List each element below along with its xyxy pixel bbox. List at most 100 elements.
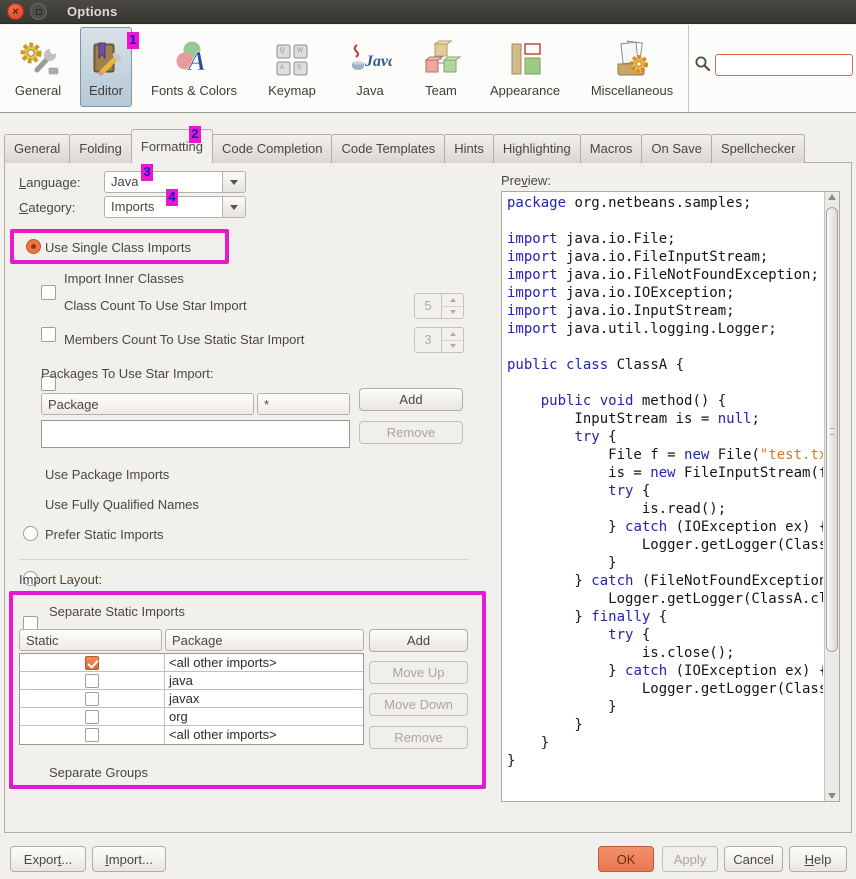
class-count-label: Class Count To Use Star Import — [64, 298, 247, 313]
layout-table-header-package[interactable]: Package — [165, 629, 364, 651]
row-package-cell[interactable]: org — [165, 708, 363, 725]
move-down-button[interactable]: Move Down — [369, 693, 468, 716]
tab-spellchecker[interactable]: Spellchecker — [711, 134, 805, 163]
row-static-checkbox[interactable] — [85, 728, 99, 742]
ok-button[interactable]: OK — [598, 846, 654, 872]
row-package-cell[interactable]: java — [165, 672, 363, 689]
options-dialog: × Options GeneralEditor1AFonts & ColorsQ… — [0, 0, 856, 879]
cancel-button[interactable]: Cancel — [724, 846, 783, 872]
preview-label: Preview: — [501, 173, 551, 188]
language-value: Java — [105, 172, 222, 192]
tab-formatting[interactable]: Formatting2 — [131, 129, 213, 163]
row-static-checkbox[interactable] — [85, 710, 99, 724]
toolbar-item-label: Editor — [89, 83, 123, 98]
tab-folding[interactable]: Folding — [69, 134, 132, 163]
toolbar-item-label: Team — [425, 83, 457, 98]
scroll-down-icon[interactable] — [828, 793, 836, 799]
tab-highlighting[interactable]: Highlighting — [493, 134, 581, 163]
star-table-header-package[interactable]: Package — [41, 393, 254, 415]
tab-macros[interactable]: Macros — [580, 134, 643, 163]
row-package-cell[interactable]: <all other imports> — [165, 654, 363, 671]
toolbar-item-team[interactable]: Team — [412, 27, 470, 107]
chevron-down-icon[interactable] — [222, 172, 245, 192]
class-count-spinner[interactable]: 5 — [414, 293, 464, 319]
export-button[interactable]: Export... — [10, 846, 86, 872]
toolbar-item-keymap[interactable]: QWASKeymap — [256, 27, 328, 107]
restore-window-button[interactable] — [30, 3, 47, 20]
row-static-checkbox[interactable] — [85, 656, 99, 670]
toolbar-item-appearance[interactable]: Appearance — [480, 27, 570, 107]
toolbar-item-label: Keymap — [268, 83, 316, 98]
appearance-layout-icon — [503, 37, 547, 81]
formatting-panel: Language: Java 3 Category: Imports 4 Use… — [4, 162, 852, 833]
use-package-imports-label: Use Package Imports — [45, 467, 169, 482]
import-inner-classes-label: Import Inner Classes — [64, 271, 184, 286]
vertical-scrollbar[interactable] — [824, 192, 839, 801]
star-table-body[interactable] — [41, 420, 350, 448]
tab-on-save[interactable]: On Save — [641, 134, 712, 163]
help-button[interactable]: Help — [789, 846, 847, 872]
separate-groups-label: Separate Groups — [49, 765, 148, 780]
members-count-spinner[interactable]: 3 — [414, 327, 464, 353]
table-row[interactable]: <all other imports> — [20, 726, 363, 744]
spinner-up-icon[interactable] — [442, 328, 463, 341]
row-static-checkbox[interactable] — [85, 674, 99, 688]
move-up-button[interactable]: Move Up — [369, 661, 468, 684]
tab-label: Macros — [590, 141, 633, 156]
category-label: Category: — [19, 200, 75, 215]
class-count-checkbox[interactable] — [41, 327, 56, 342]
tab-label: General — [14, 141, 60, 156]
toolbar-item-java[interactable]: JavaJava — [338, 27, 402, 107]
use-package-imports-radio[interactable] — [23, 526, 38, 541]
search-input[interactable] — [715, 54, 853, 76]
tab-general[interactable]: General — [4, 134, 70, 163]
toolbar-item-miscellaneous[interactable]: Miscellaneous — [580, 27, 684, 107]
row-static-checkbox[interactable] — [85, 692, 99, 706]
import-inner-classes-checkbox[interactable] — [41, 285, 56, 300]
spinner-up-icon[interactable] — [442, 294, 463, 307]
tab-code-completion[interactable]: Code Completion — [212, 134, 332, 163]
table-row[interactable]: org — [20, 708, 363, 726]
toolbar-item-fonts-colors[interactable]: AFonts & Colors — [142, 27, 246, 107]
close-window-button[interactable]: × — [7, 3, 24, 20]
row-package-cell[interactable]: <all other imports> — [165, 726, 363, 744]
java-cup-icon: Java — [348, 37, 392, 81]
row-package-cell[interactable]: javax — [165, 690, 363, 707]
layout-table-header-static[interactable]: Static — [19, 629, 162, 651]
star-remove-button[interactable]: Remove — [359, 421, 463, 444]
svg-text:Java: Java — [364, 53, 392, 70]
use-single-class-imports-radio[interactable] — [26, 239, 41, 254]
static-cell — [20, 672, 165, 689]
spinner-down-icon[interactable] — [442, 341, 463, 353]
tab-label: Folding — [79, 141, 122, 156]
vertical-scrollbar-thumb[interactable] — [826, 207, 838, 652]
remove-button[interactable]: Remove — [369, 726, 468, 749]
spinner-down-icon[interactable] — [442, 307, 463, 319]
svg-text:A: A — [280, 65, 284, 71]
titlebar[interactable]: × Options — [0, 0, 856, 24]
scroll-up-icon[interactable] — [828, 194, 836, 200]
editor-tabs: General Folding Formatting2Code Completion… — [4, 129, 852, 163]
toolbar-item-editor[interactable]: Editor1 — [80, 27, 132, 107]
preview-code: package org.netbeans.samples; import jav… — [507, 194, 823, 801]
import-layout-label: Import Layout: — [19, 572, 102, 587]
table-row[interactable]: java — [20, 672, 363, 690]
toolbar-item-general[interactable]: General — [6, 27, 70, 107]
star-table-header-star[interactable]: * — [257, 393, 350, 415]
add-button[interactable]: Add — [369, 629, 468, 652]
preview-pane: package org.netbeans.samples; import jav… — [501, 191, 840, 802]
tab-hints[interactable]: Hints — [444, 134, 494, 163]
import-button[interactable]: Import... — [92, 846, 166, 872]
window-title: Options — [67, 4, 118, 19]
table-row[interactable]: <all other imports> — [20, 654, 363, 672]
chevron-down-icon[interactable] — [222, 197, 245, 217]
svg-text:S: S — [297, 65, 301, 71]
static-cell — [20, 726, 165, 744]
star-add-button[interactable]: Add — [359, 388, 463, 411]
svg-text:Q: Q — [280, 48, 285, 54]
apply-button[interactable]: Apply — [662, 846, 718, 872]
annotation-badge-2: 2 — [189, 126, 201, 143]
tab-code-templates[interactable]: Code Templates — [331, 134, 445, 163]
packages-star-import-label: Packages To Use Star Import: — [41, 366, 213, 381]
table-row[interactable]: javax — [20, 690, 363, 708]
